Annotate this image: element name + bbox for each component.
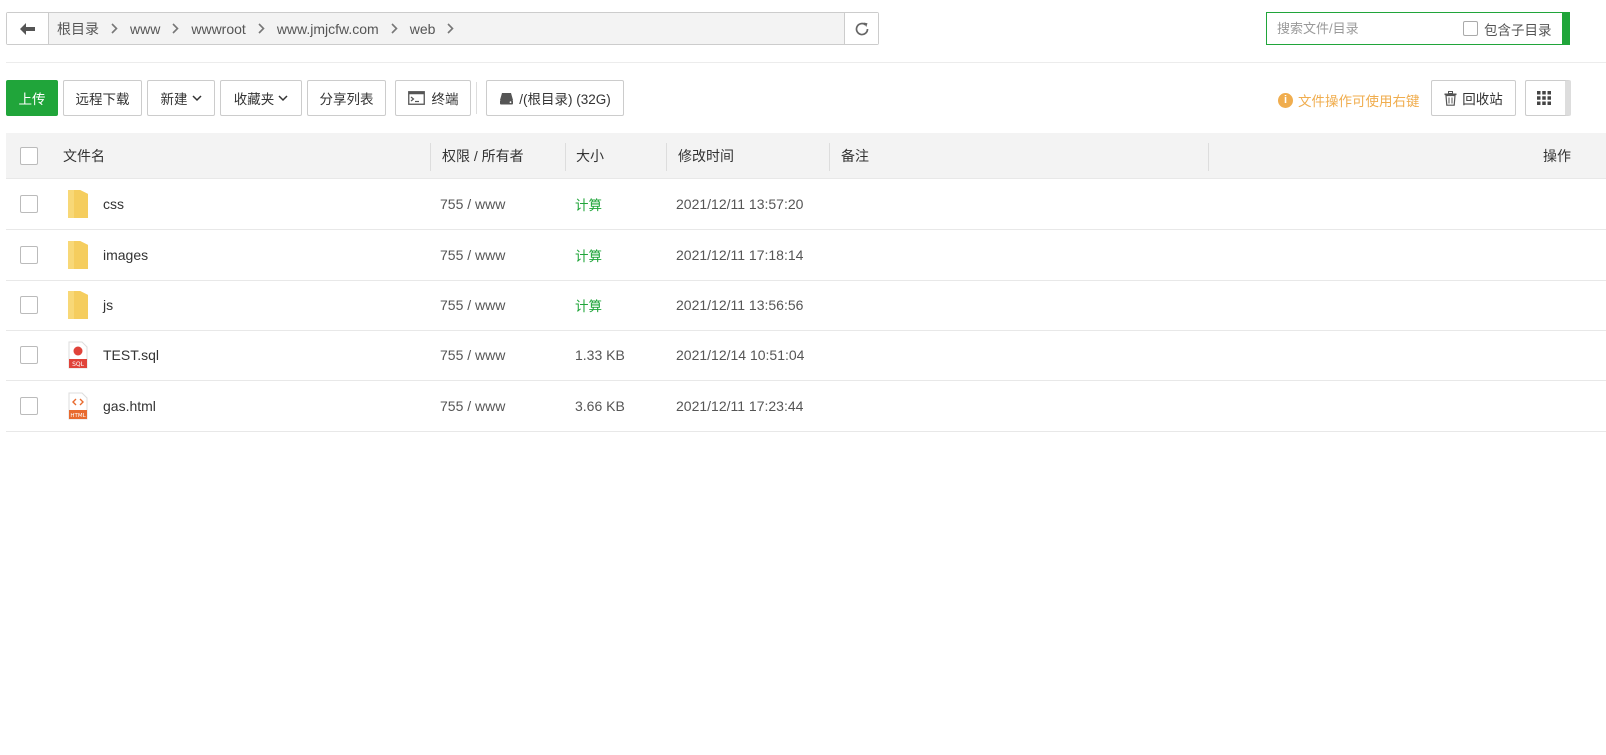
chevron-right-icon [391,23,398,34]
sql-file-icon: SQL [68,330,88,380]
disk-button[interactable]: /(根目录) (32G) [486,80,624,116]
column-resizer[interactable] [666,143,667,171]
divider [6,62,1606,63]
file-size-calc-link[interactable]: 计算 [575,280,602,330]
search-input[interactable] [1267,14,1457,43]
file-mtime: 2021/12/14 10:51:04 [676,347,805,363]
file-size: 1.33 KB [575,347,625,363]
search-box: 包含子目录 [1266,12,1570,45]
svg-text:HTML: HTML [70,413,86,419]
table-row[interactable]: js 755 / www 计算 2021/12/11 13:56:56 [6,280,1606,331]
file-name[interactable]: gas.html [103,381,156,431]
row-checkbox[interactable] [20,346,38,364]
column-header-size[interactable]: 大小 [576,133,604,179]
table-row[interactable]: SQL TEST.sql 755 / www 1.33 KB 2021/12/1… [6,330,1606,381]
column-resizer[interactable] [829,143,830,171]
include-subdir-checkbox[interactable]: 包含子目录 [1463,19,1552,39]
refresh-icon [855,22,868,35]
select-all-checkbox[interactable] [20,147,38,165]
chevron-down-icon [191,94,202,101]
share-list-button[interactable]: 分享列表 [307,80,386,116]
right-click-tip: i 文件操作可使用右键 [1278,90,1420,110]
file-permission[interactable]: 755 / www [440,179,505,229]
terminal-icon [407,91,425,105]
file-permission[interactable]: 755 / www [440,381,505,431]
column-resizer[interactable] [430,143,431,171]
folder-icon [66,280,90,330]
trash-icon [1444,90,1457,106]
html-file-icon: HTML [68,381,88,431]
column-header-note[interactable]: 备注 [841,133,869,179]
file-size-calc-link[interactable]: 计算 [575,179,602,229]
info-icon: i [1278,92,1293,108]
folder-icon [66,179,90,229]
column-header-permission[interactable]: 权限 / 所有者 [442,133,524,179]
breadcrumb-item-root[interactable]: 根目录 [57,19,99,39]
column-resizer[interactable] [565,143,566,171]
file-name[interactable]: js [103,280,113,330]
chevron-right-icon [111,23,118,34]
new-dropdown-button[interactable]: 新建 [147,80,215,116]
chevron-right-icon [258,23,265,34]
breadcrumb-item-www[interactable]: www [130,21,160,37]
chevron-right-icon [447,23,455,34]
chevron-down-icon [278,94,288,101]
file-name[interactable]: images [103,230,148,280]
row-checkbox[interactable] [20,246,38,264]
row-checkbox[interactable] [20,397,38,415]
file-mtime: 2021/12/11 17:18:14 [676,247,804,263]
favorites-dropdown-button[interactable]: 收藏夹 [220,80,302,116]
arrow-left-icon [19,22,35,35]
breadcrumb: 根目录 www wwwroot www.jmjcfw.com web [49,13,844,44]
column-header-name[interactable]: 文件名 [63,133,105,179]
file-size: 3.66 KB [575,398,625,414]
row-checkbox[interactable] [20,195,38,213]
svg-text:SQL: SQL [72,361,85,368]
breadcrumb-item-wwwroot[interactable]: wwwroot [191,21,245,37]
folder-icon [66,230,90,280]
file-mtime: 2021/12/11 13:56:56 [676,297,804,313]
hard-drive-icon [500,92,514,104]
file-mtime: 2021/12/11 13:57:20 [676,196,804,212]
file-name[interactable]: TEST.sql [103,330,159,380]
address-bar: 根目录 www wwwroot www.jmjcfw.com web [6,12,879,45]
file-permission[interactable]: 755 / www [440,280,505,330]
upload-button[interactable]: 上传 [6,80,58,116]
column-resizer[interactable] [1208,143,1209,171]
remote-download-button[interactable]: 远程下载 [63,80,142,116]
checkbox[interactable] [1463,21,1478,36]
column-header-ops: 操作 [1543,148,1571,164]
chevron-right-icon [172,23,179,34]
toolbar-divider [476,82,477,114]
table-row[interactable]: HTML gas.html 755 / www 3.66 KB 2021/12/… [6,381,1606,432]
table-row[interactable]: css 755 / www 计算 2021/12/11 13:57:20 [6,179,1606,230]
table-row[interactable]: images 755 / www 计算 2021/12/11 17:18:14 [6,230,1606,281]
breadcrumb-item-site[interactable]: www.jmjcfw.com [277,21,379,37]
terminal-button[interactable]: 终端 [395,80,471,116]
select-all-checkbox-cell [20,133,38,179]
grid-view-icon [1537,91,1551,105]
column-header-mtime[interactable]: 修改时间 [678,133,734,179]
file-permission[interactable]: 755 / www [440,330,505,380]
file-mtime: 2021/12/11 17:23:44 [676,398,804,414]
include-subdir-label: 包含子目录 [1484,22,1552,38]
file-name[interactable]: css [103,179,124,229]
breadcrumb-item-web[interactable]: web [410,21,436,37]
refresh-button[interactable] [844,13,878,44]
file-size-calc-link[interactable]: 计算 [575,230,602,280]
recycle-bin-button[interactable]: 回收站 [1431,80,1516,116]
back-button[interactable] [7,13,49,44]
file-table-header: 文件名 权限 / 所有者 大小 修改时间 备注 操作 [6,133,1606,179]
grid-view-button[interactable] [1525,80,1571,116]
file-permission[interactable]: 755 / www [440,230,505,280]
row-checkbox[interactable] [20,296,38,314]
